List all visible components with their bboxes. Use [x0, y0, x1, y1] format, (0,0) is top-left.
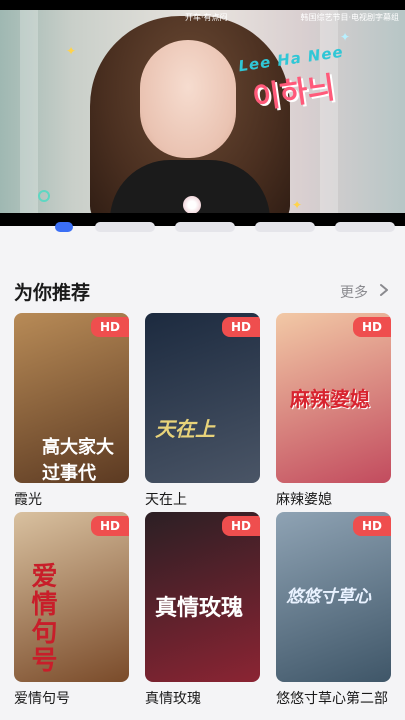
drama-card[interactable]: 高大家大过事代 HD 霞光 [14, 313, 129, 509]
poster-title-art: 天在上 [155, 417, 215, 441]
app-screen: ✦ ✦ ✦ Lee Ha Nee 이하늬 开车·有点闷 韩国综艺节目·电视剧字幕… [0, 0, 405, 720]
category-chip[interactable] [175, 222, 235, 232]
brooch [183, 196, 201, 213]
category-chip[interactable] [55, 222, 73, 232]
drama-card[interactable]: 天在上 HD 天在上 [145, 313, 260, 509]
card-title[interactable]: 爱情句号 [14, 688, 129, 708]
section-title: 为你推荐 [14, 282, 91, 304]
poster-title-art: 高大家大过事代 [42, 437, 114, 483]
chevron-right-icon[interactable] [377, 282, 391, 298]
hd-badge: HD [222, 317, 260, 337]
drama-card[interactable]: 真情玫瑰 HD 真情玫瑰 [145, 512, 260, 708]
poster-title-art: 爱情句号 [27, 562, 57, 674]
card-title[interactable]: 麻辣婆媳 [276, 489, 391, 509]
category-chip[interactable] [255, 222, 315, 232]
category-chip[interactable] [335, 222, 395, 232]
drama-card[interactable]: 麻辣婆媳 HD 麻辣婆媳 [276, 313, 391, 509]
more-link[interactable]: 更多 [340, 282, 368, 302]
poster-image[interactable]: 麻辣婆媳 HD [276, 313, 391, 483]
sparkle-icon: ✦ [66, 44, 77, 58]
background-stripe [320, 10, 338, 213]
card-title[interactable]: 真情玫瑰 [145, 688, 260, 708]
video-frame[interactable]: ✦ ✦ ✦ Lee Ha Nee 이하늬 [0, 10, 405, 213]
poster-image[interactable]: 真情玫瑰 HD [145, 512, 260, 682]
poster-image[interactable]: 天在上 HD [145, 313, 260, 483]
poster-image[interactable]: 高大家大过事代 HD [14, 313, 129, 483]
person-face [140, 40, 236, 158]
poster-title-art: 真情玫瑰 [155, 596, 244, 621]
sparkle-icon: ✦ [292, 198, 303, 212]
poster-title-art: 麻辣婆媳 [290, 387, 370, 411]
poster-image[interactable]: 爱情句号 HD [14, 512, 129, 682]
card-title[interactable]: 霞光 [14, 489, 129, 509]
poster-image[interactable]: 悠悠寸草心 HD [276, 512, 391, 682]
poster-title-art: 悠悠寸草心 [286, 587, 371, 607]
hd-badge: HD [353, 516, 391, 536]
video-caption-right: 韩国综艺节目·电视剧字幕组 [300, 13, 399, 22]
hd-badge: HD [91, 317, 129, 337]
drama-card[interactable]: 悠悠寸草心 HD 悠悠寸草心第二部 [276, 512, 391, 708]
card-title[interactable]: 悠悠寸草心第二部 [276, 688, 391, 708]
hd-badge: HD [222, 516, 260, 536]
hd-badge: HD [91, 516, 129, 536]
drama-card[interactable]: 爱情句号 HD 爱情句号 [14, 512, 129, 708]
category-chip[interactable] [95, 222, 155, 232]
ring-decoration [38, 190, 50, 202]
video-caption: 开车·有点闷 [185, 13, 228, 22]
video-player[interactable]: ✦ ✦ ✦ Lee Ha Nee 이하늬 开车·有点闷 韩国综艺节目·电视剧字幕… [0, 0, 405, 226]
hd-badge: HD [353, 317, 391, 337]
background-stripe [20, 10, 38, 213]
card-title[interactable]: 天在上 [145, 489, 260, 509]
